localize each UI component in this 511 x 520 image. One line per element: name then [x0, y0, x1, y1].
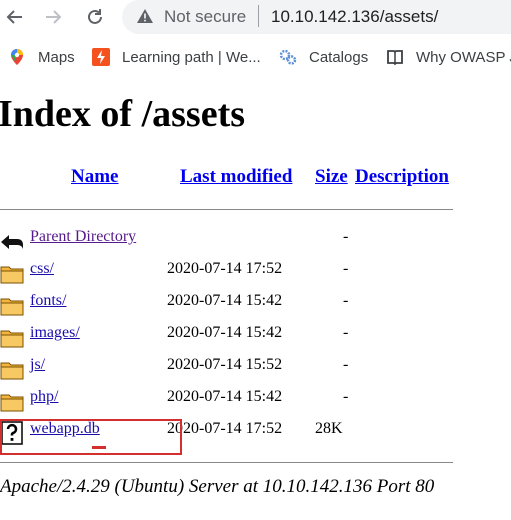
file-size: -	[343, 324, 349, 341]
learning-path-icon	[92, 48, 110, 66]
folder-icon	[0, 330, 24, 348]
bookmark-owasp[interactable]: Why OWASP Ju	[386, 40, 511, 74]
column-header-last-modified[interactable]: Last modified	[180, 166, 292, 188]
bookmark-label: Catalogs	[309, 48, 369, 66]
bookmarks-bar: Maps Learning path | We... Catalogs Why …	[0, 40, 511, 74]
catalogs-icon	[279, 49, 297, 65]
folder-icon	[0, 394, 24, 412]
bookmark-label: Learning path | We...	[122, 48, 261, 66]
annotation-highlight-box	[0, 419, 182, 455]
server-signature: Apache/2.4.29 (Ubuntu) Server at 10.10.1…	[0, 476, 435, 497]
table-row: images/ 2020-07-14 15:42 -	[0, 322, 460, 352]
table-row: Parent Directory -	[0, 226, 460, 256]
file-link-images[interactable]: images/	[30, 324, 80, 342]
table-row: js/ 2020-07-14 15:52 -	[0, 354, 460, 384]
folder-icon	[0, 298, 24, 316]
annotation-underline	[92, 446, 106, 449]
back-arrow-nav-icon	[6, 10, 22, 24]
bookmark-maps[interactable]: Maps	[8, 40, 75, 74]
file-link-php[interactable]: php/	[30, 388, 58, 406]
bookmark-catalogs[interactable]: Catalogs	[279, 40, 368, 74]
parent-directory-link[interactable]: Parent Directory	[30, 228, 136, 246]
last-modified: 2020-07-14 15:42	[167, 324, 283, 341]
bookmark-label: Why OWASP Ju	[416, 48, 511, 66]
file-link-js[interactable]: js/	[30, 356, 45, 374]
reload-icon	[88, 9, 102, 24]
bookmark-label: Maps	[38, 48, 75, 66]
last-modified: 2020-07-14 15:42	[167, 388, 283, 405]
table-row: fonts/ 2020-07-14 15:42 -	[0, 290, 460, 320]
folder-icon	[0, 266, 24, 284]
warning-icon	[137, 9, 153, 23]
maps-icon	[11, 49, 23, 65]
back-button[interactable]	[0, 0, 30, 34]
security-label: Not secure	[164, 7, 247, 26]
footer-divider	[0, 462, 453, 463]
last-modified: 2020-07-14 17:52	[167, 260, 283, 277]
file-size: 28K	[315, 420, 343, 437]
file-size: -	[343, 356, 349, 373]
file-size: -	[343, 388, 349, 405]
omnibox-divider	[258, 5, 259, 27]
browser-toolbar: Not secure 10.10.142.136/assets/	[0, 0, 511, 36]
table-row: css/ 2020-07-14 17:52 -	[0, 258, 460, 288]
reload-button[interactable]	[80, 0, 110, 34]
last-modified: 2020-07-14 17:52	[167, 420, 283, 437]
file-link-fonts[interactable]: fonts/	[30, 292, 66, 310]
last-modified: 2020-07-14 15:42	[167, 292, 283, 309]
folder-icon	[0, 362, 24, 380]
last-modified: 2020-07-14 15:52	[167, 356, 283, 373]
forward-arrow-icon	[46, 10, 62, 24]
url-text[interactable]: 10.10.142.136/assets/	[271, 7, 438, 27]
table-row: php/ 2020-07-14 15:42 -	[0, 386, 460, 416]
column-header-size[interactable]: Size	[315, 166, 348, 188]
header-divider	[0, 209, 453, 210]
file-link-css[interactable]: css/	[30, 260, 54, 278]
owasp-icon	[387, 50, 403, 66]
forward-button[interactable]	[38, 0, 68, 34]
file-size: -	[343, 292, 349, 309]
page-title: Index of /assets	[0, 93, 246, 135]
address-bar[interactable]: Not secure 10.10.142.136/assets/	[122, 0, 511, 34]
column-header-name[interactable]: Name	[71, 166, 118, 188]
back-arrow-icon	[1, 235, 23, 249]
column-header-description[interactable]: Description	[355, 166, 449, 188]
file-size: -	[343, 228, 349, 245]
bookmark-learning-path[interactable]: Learning path | We...	[92, 40, 261, 74]
file-size: -	[343, 260, 349, 277]
